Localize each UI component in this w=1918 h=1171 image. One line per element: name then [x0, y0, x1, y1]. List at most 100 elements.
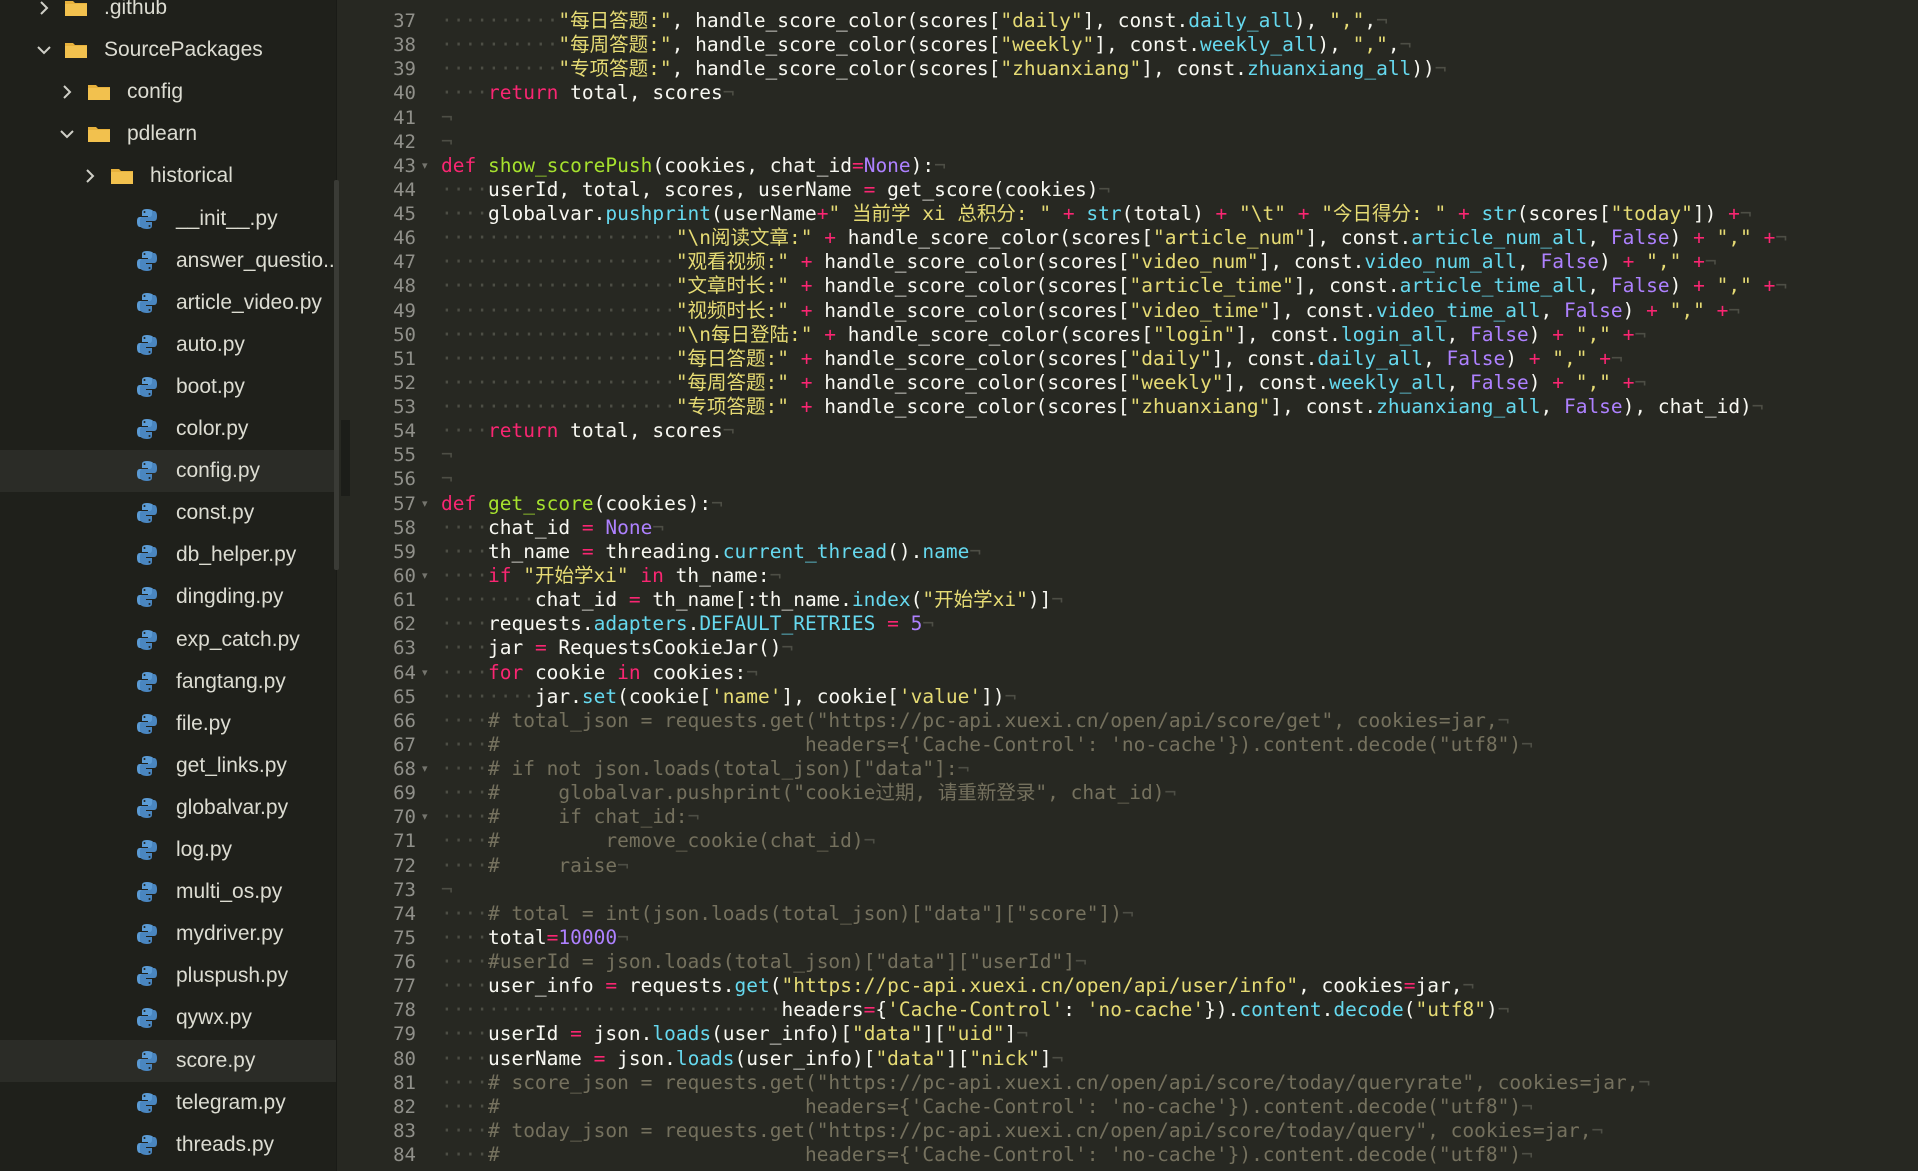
code-line[interactable]: ····# if chat_id:¬	[441, 805, 699, 829]
folder-item-sourcepackages[interactable]: SourcePackages	[0, 29, 336, 71]
code-line[interactable]: ····················"专项答题:" + handle_sco…	[441, 395, 1764, 419]
code-token: ][	[945, 1046, 970, 1070]
file-item-config-py[interactable]: config.py	[0, 450, 336, 493]
file-item-auto-py[interactable]: auto.py	[0, 324, 336, 366]
file-item-dingding-py[interactable]: dingding.py	[0, 576, 336, 618]
code-token: ,	[1587, 226, 1611, 250]
code-line[interactable]: ····user_info = requests.get("https://pc…	[441, 974, 1474, 998]
code-line[interactable]: ····th_name = threading.current_thread()…	[441, 540, 981, 564]
code-line[interactable]: ····jar = RequestsCookieJar()¬	[441, 636, 793, 660]
file-item-mydriver-py[interactable]: mydriver.py	[0, 913, 336, 955]
code-line[interactable]: ¬	[441, 130, 453, 154]
code-line[interactable]: ····# headers={'Cache-Control': 'no-cach…	[441, 1143, 1533, 1167]
fold-toggle-icon[interactable]: ▾	[422, 492, 428, 516]
fold-toggle-icon[interactable]: ▾	[422, 757, 428, 781]
chevron-down-icon[interactable]	[59, 123, 75, 145]
file-item-file-py[interactable]: file.py	[0, 703, 336, 745]
code-token: "\t"	[1239, 202, 1287, 226]
code-line[interactable]: def get_score(cookies):¬	[441, 492, 723, 516]
code-line[interactable]: ····# remove_cookie(chat_id)¬	[441, 829, 875, 853]
file-item-init-py[interactable]: __init__.py	[0, 198, 336, 240]
file-item-globalvar-py[interactable]: globalvar.py	[0, 787, 336, 829]
code-line[interactable]: ····if "开始学xi" in th_name:¬	[441, 564, 781, 588]
chevron-down-icon[interactable]	[36, 39, 52, 61]
code-line[interactable]: ····# today_json = requests.get("https:/…	[441, 1119, 1603, 1143]
code-line[interactable]: ····# headers={'Cache-Control': 'no-cach…	[441, 733, 1533, 757]
code-line[interactable]: ····# headers={'Cache-Control': 'no-cach…	[441, 1095, 1533, 1119]
code-line[interactable]: ····total=10000¬	[441, 926, 629, 950]
sidebar-scrollbar[interactable]	[334, 180, 339, 570]
code-line[interactable]: ····globalvar.pushprint(userName+" 当前学 x…	[441, 202, 1752, 226]
chevron-right-icon[interactable]	[59, 81, 75, 103]
code-line[interactable]: ····# score_json = requests.get("https:/…	[441, 1071, 1650, 1095]
code-line[interactable]: ····for cookie in cookies:¬	[441, 661, 758, 685]
code-line[interactable]: ··········"专项答题:", handle_score_color(sc…	[441, 57, 1447, 81]
code-line[interactable]: ····userId, total, scores, userName = ge…	[441, 178, 1110, 202]
file-item-const-py[interactable]: const.py	[0, 492, 336, 534]
code-line[interactable]: ····# globalvar.pushprint("cookie过期, 请重新…	[441, 781, 1176, 805]
code-line[interactable]: ¬	[441, 443, 453, 467]
code-token: jar.	[534, 684, 582, 708]
code-line[interactable]: ··········"每日答题:", handle_score_color(sc…	[441, 9, 1388, 33]
line-number: 42	[393, 130, 416, 153]
file-item-threads-py[interactable]: threads.py	[0, 1124, 336, 1166]
chevron-right-icon[interactable]	[36, 0, 52, 19]
code-line[interactable]: ····# if not json.loads(total_json)["dat…	[441, 757, 969, 781]
code-line[interactable]: ¬	[441, 878, 453, 902]
code-line[interactable]: def show_scorePush(cookies, chat_id=None…	[441, 154, 946, 178]
code-line[interactable]: ····userId = json.loads(user_info)["data…	[441, 1022, 1028, 1046]
folder-item-github[interactable]: .github	[0, 0, 336, 29]
code-line[interactable]: ····# raise¬	[441, 854, 629, 878]
code-line[interactable]: ····················"文章时长:" + handle_sco…	[441, 274, 1787, 298]
code-line[interactable]: ····requests.adapters.DEFAULT_RETRIES = …	[441, 612, 934, 636]
code-line[interactable]: ··········"每周答题:", handle_score_color(sc…	[441, 33, 1411, 57]
fold-toggle-icon[interactable]: ▾	[422, 805, 428, 829]
file-item-telegram-py[interactable]: telegram.py	[0, 1082, 336, 1124]
file-item-qywx-py[interactable]: qywx.py	[0, 997, 336, 1039]
chevron-right-icon[interactable]	[82, 165, 98, 187]
file-item-db-helper-py[interactable]: db_helper.py	[0, 534, 336, 576]
code-line[interactable]: ·····························headers={'C…	[441, 998, 1509, 1022]
file-item-answer-questio[interactable]: answer_questio...	[0, 240, 336, 282]
code-line[interactable]: ¬	[441, 467, 453, 491]
file-item-article-video-py[interactable]: article_video.py	[0, 282, 336, 324]
file-item-pluspush-py[interactable]: pluspush.py	[0, 955, 336, 997]
code-token: show_scorePush	[487, 153, 653, 177]
code-line[interactable]: ········chat_id = th_name[:th_name.index…	[441, 588, 1063, 612]
code-line[interactable]: ····················"\n每日登陆:" + handle_s…	[441, 323, 1646, 347]
code-line[interactable]: ····# total = int(json.loads(total_json)…	[441, 902, 1134, 926]
code-line[interactable]: ····················"每周答题:" + handle_sco…	[441, 371, 1646, 395]
fold-toggle-icon[interactable]: ▾	[422, 564, 428, 588]
file-item-multi-os-py[interactable]: multi_os.py	[0, 871, 336, 913]
file-item-get-links-py[interactable]: get_links.py	[0, 745, 336, 787]
code-token: ¬	[1016, 1022, 1029, 1046]
code-line[interactable]: ····················"\n阅读文章:" + handle_s…	[441, 226, 1787, 250]
code-line[interactable]: ····#userId = json.loads(total_json)["da…	[441, 950, 1087, 974]
folder-item-historical[interactable]: historical	[0, 155, 336, 197]
code-token: threading.	[593, 539, 723, 563]
code-line[interactable]: ········jar.set(cookie['name'], cookie['…	[441, 685, 1016, 709]
folder-item-pdlearn[interactable]: pdlearn	[0, 113, 336, 155]
file-item-fangtang-py[interactable]: fangtang.py	[0, 661, 336, 703]
file-item-log-py[interactable]: log.py	[0, 829, 336, 871]
code-token: "专项答题:"	[558, 57, 672, 81]
folder-item-config[interactable]: config	[0, 71, 336, 113]
file-item-exp-catch-py[interactable]: exp_catch.py	[0, 619, 336, 661]
tree-item-label: article_video.py	[176, 290, 322, 314]
file-item-boot-py[interactable]: boot.py	[0, 366, 336, 408]
file-item-score-py[interactable]: score.py	[0, 1039, 336, 1082]
code-line[interactable]: ····return total, scores¬	[441, 81, 735, 105]
fold-toggle-icon[interactable]: ▾	[422, 661, 428, 685]
fold-toggle-icon[interactable]: ▾	[422, 154, 428, 178]
code-line[interactable]: ····················"视频时长:" + handle_sco…	[441, 299, 1740, 323]
code-token: "https://pc-api.xuexi.cn/open/api/user/i…	[781, 974, 1299, 998]
code-line[interactable]: ····················"观看视频:" + handle_sco…	[441, 250, 1717, 274]
code-line[interactable]: ····userName = json.loads(user_info)["da…	[441, 1047, 1063, 1071]
code-line[interactable]: ····return total, scores¬	[441, 419, 735, 443]
code-line[interactable]: ····················"每日答题:" + handle_sco…	[441, 347, 1623, 371]
file-item-color-py[interactable]: color.py	[0, 408, 336, 450]
code-line[interactable]: ····# total_json = requests.get("https:/…	[441, 709, 1509, 733]
code-line[interactable]: ¬	[441, 106, 453, 130]
code-line[interactable]: ····chat_id = None¬	[441, 516, 664, 540]
